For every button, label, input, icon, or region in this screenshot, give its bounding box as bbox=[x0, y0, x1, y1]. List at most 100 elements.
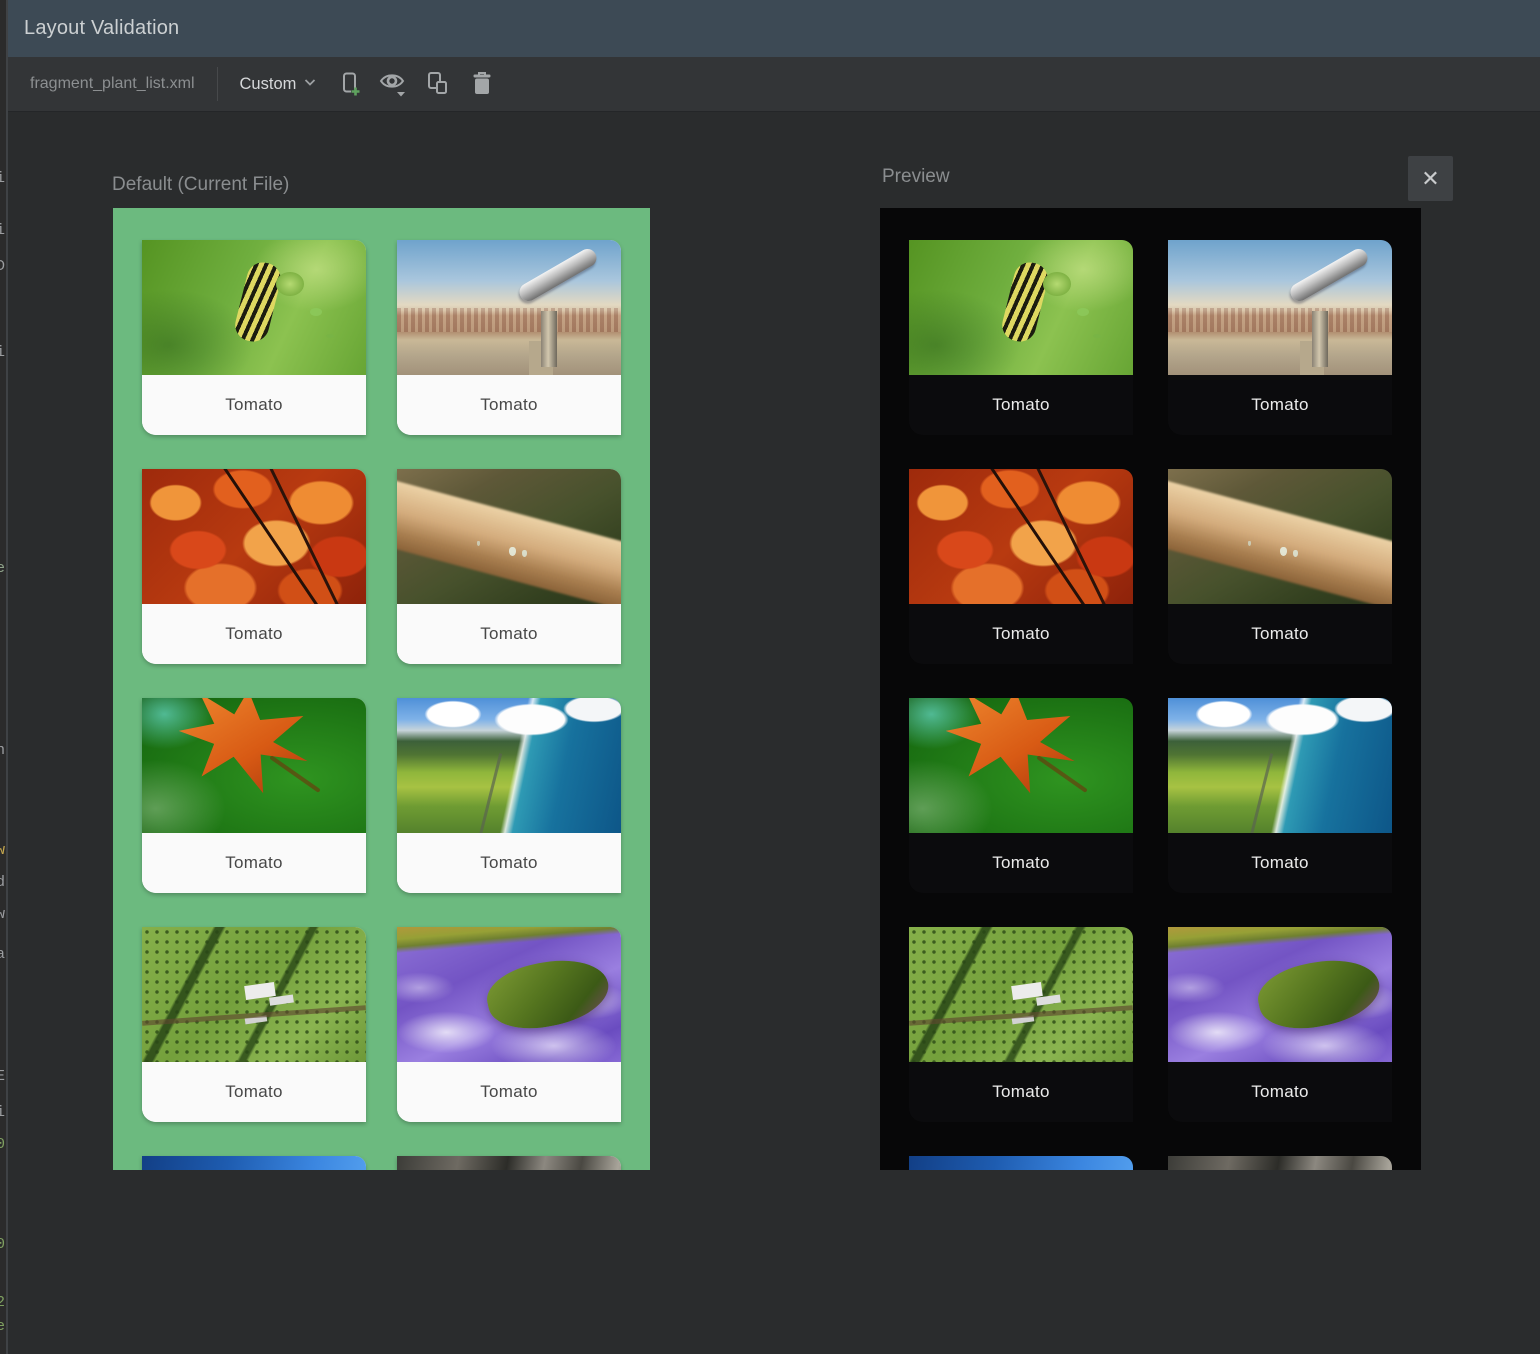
add-device-button[interactable] bbox=[330, 64, 370, 104]
plant-image bbox=[142, 927, 366, 1062]
plant-image bbox=[1168, 698, 1392, 833]
copy-layout-button[interactable] bbox=[418, 64, 458, 104]
editor-text-fragment: i bbox=[0, 170, 5, 187]
plant-name-label: Tomato bbox=[1251, 1082, 1309, 1102]
editor-text-fragment: e bbox=[0, 1318, 5, 1335]
plant-card-footer: Tomato bbox=[397, 833, 621, 893]
configuration-set-dropdown[interactable]: Custom bbox=[218, 68, 329, 101]
plant-image-decor bbox=[1312, 311, 1328, 367]
plant-card: Tomato bbox=[142, 698, 366, 893]
tool-window-titlebar: Layout Validation bbox=[8, 0, 1540, 57]
plant-card: Tomato bbox=[909, 469, 1133, 664]
tool-window-title: Layout Validation bbox=[24, 17, 179, 40]
plant-name-label: Tomato bbox=[225, 1082, 283, 1102]
plant-card-footer: Tomato bbox=[909, 1062, 1133, 1122]
plant-image bbox=[909, 469, 1133, 604]
plant-name-label: Tomato bbox=[225, 624, 283, 644]
plant-name-label: Tomato bbox=[480, 853, 538, 873]
plant-card-footer: Tomato bbox=[1168, 375, 1392, 435]
editor-text-fragment: n bbox=[0, 742, 5, 759]
plant-card: Tomato bbox=[142, 240, 366, 435]
plant-card-footer: Tomato bbox=[142, 604, 366, 664]
plant-name-label: Tomato bbox=[1251, 395, 1309, 415]
plant-grid: Tomato Tomato Tomato Tomato Tomato Tomat… bbox=[880, 208, 1421, 1170]
current-file-label: fragment_plant_list.xml bbox=[8, 75, 217, 93]
plant-image bbox=[397, 240, 621, 375]
plant-card: Tomato bbox=[397, 240, 621, 435]
chevron-down-icon bbox=[302, 74, 318, 95]
plant-card: Tomato bbox=[397, 469, 621, 664]
close-icon: ✕ bbox=[1421, 166, 1439, 192]
plant-card: Tomato bbox=[142, 469, 366, 664]
close-preview-button[interactable]: ✕ bbox=[1408, 156, 1453, 201]
plant-card-footer: Tomato bbox=[397, 375, 621, 435]
editor-text-fragment: i bbox=[0, 222, 5, 239]
plant-grid: Tomato Tomato Tomato Tomato Tomato Tomat… bbox=[113, 208, 650, 1170]
plant-image bbox=[397, 698, 621, 833]
plant-name-label: Tomato bbox=[992, 853, 1050, 873]
plant-image bbox=[1168, 240, 1392, 375]
editor-text-fragment: E bbox=[0, 1068, 5, 1085]
plant-card: Tomato bbox=[1168, 240, 1392, 435]
plant-name-label: Tomato bbox=[480, 624, 538, 644]
plant-card: Tomato bbox=[1168, 698, 1392, 893]
plant-card-footer: Tomato bbox=[909, 604, 1133, 664]
plant-image bbox=[142, 240, 366, 375]
plant-name-label: Tomato bbox=[225, 395, 283, 415]
default-panel-label: Default (Current File) bbox=[112, 174, 289, 196]
plant-image bbox=[1168, 1156, 1392, 1170]
plant-card-footer: Tomato bbox=[909, 833, 1133, 893]
plant-card-footer: Tomato bbox=[397, 604, 621, 664]
plant-card-footer: Tomato bbox=[397, 1062, 621, 1122]
plant-name-label: Tomato bbox=[480, 1082, 538, 1102]
visibility-icon bbox=[377, 69, 411, 99]
plant-card: Tomato bbox=[1168, 469, 1392, 664]
plant-card-footer: Tomato bbox=[1168, 604, 1392, 664]
plant-name-label: Tomato bbox=[225, 853, 283, 873]
plant-card-footer: Tomato bbox=[142, 833, 366, 893]
editor-text-fragment: 0 bbox=[0, 1236, 5, 1253]
plant-card-footer: Tomato bbox=[909, 375, 1133, 435]
plant-image bbox=[397, 927, 621, 1062]
editor-text-fragment: 2 bbox=[0, 1294, 5, 1311]
delete-icon bbox=[469, 70, 495, 98]
plant-card bbox=[1168, 1156, 1392, 1170]
plant-card-footer: Tomato bbox=[1168, 833, 1392, 893]
layout-validation-toolbar: fragment_plant_list.xml Custom bbox=[8, 57, 1540, 112]
plant-card: Tomato bbox=[397, 698, 621, 893]
plant-image bbox=[909, 240, 1133, 375]
dark-preview-panel: Tomato Tomato Tomato Tomato Tomato Tomat… bbox=[880, 208, 1421, 1170]
plant-image bbox=[909, 927, 1133, 1062]
plant-name-label: Tomato bbox=[1251, 853, 1309, 873]
default-preview-panel: Tomato Tomato Tomato Tomato Tomato Tomat… bbox=[113, 208, 650, 1170]
editor-text-fragment: e bbox=[0, 560, 5, 577]
editor-text-fragment: d bbox=[0, 874, 5, 891]
plant-card-footer: Tomato bbox=[1168, 1062, 1392, 1122]
delete-button[interactable] bbox=[462, 64, 502, 104]
plant-card: Tomato bbox=[909, 240, 1133, 435]
editor-text-fragment: i bbox=[0, 1104, 5, 1121]
editor-text-fragment: 0 bbox=[0, 1136, 5, 1153]
plant-image bbox=[909, 1156, 1133, 1170]
plant-image bbox=[1168, 927, 1392, 1062]
plant-image bbox=[909, 698, 1133, 833]
plant-card: Tomato bbox=[909, 698, 1133, 893]
copy-layout-icon bbox=[423, 69, 453, 99]
plant-card: Tomato bbox=[1168, 927, 1392, 1122]
visibility-button[interactable] bbox=[374, 64, 414, 104]
plant-name-label: Tomato bbox=[480, 395, 538, 415]
plant-card bbox=[397, 1156, 621, 1170]
plant-name-label: Tomato bbox=[992, 624, 1050, 644]
plant-image bbox=[397, 1156, 621, 1170]
plant-card-footer: Tomato bbox=[142, 375, 366, 435]
editor-text-fragment: i bbox=[0, 344, 5, 361]
plant-card: Tomato bbox=[909, 927, 1133, 1122]
plant-image bbox=[142, 1156, 366, 1170]
editor-text-fragment: w bbox=[0, 906, 5, 923]
preview-panel-label: Preview bbox=[882, 166, 950, 188]
plant-image bbox=[397, 469, 621, 604]
plant-card bbox=[142, 1156, 366, 1170]
configuration-set-label: Custom bbox=[240, 75, 297, 94]
plant-name-label: Tomato bbox=[1251, 624, 1309, 644]
plant-image bbox=[1168, 469, 1392, 604]
